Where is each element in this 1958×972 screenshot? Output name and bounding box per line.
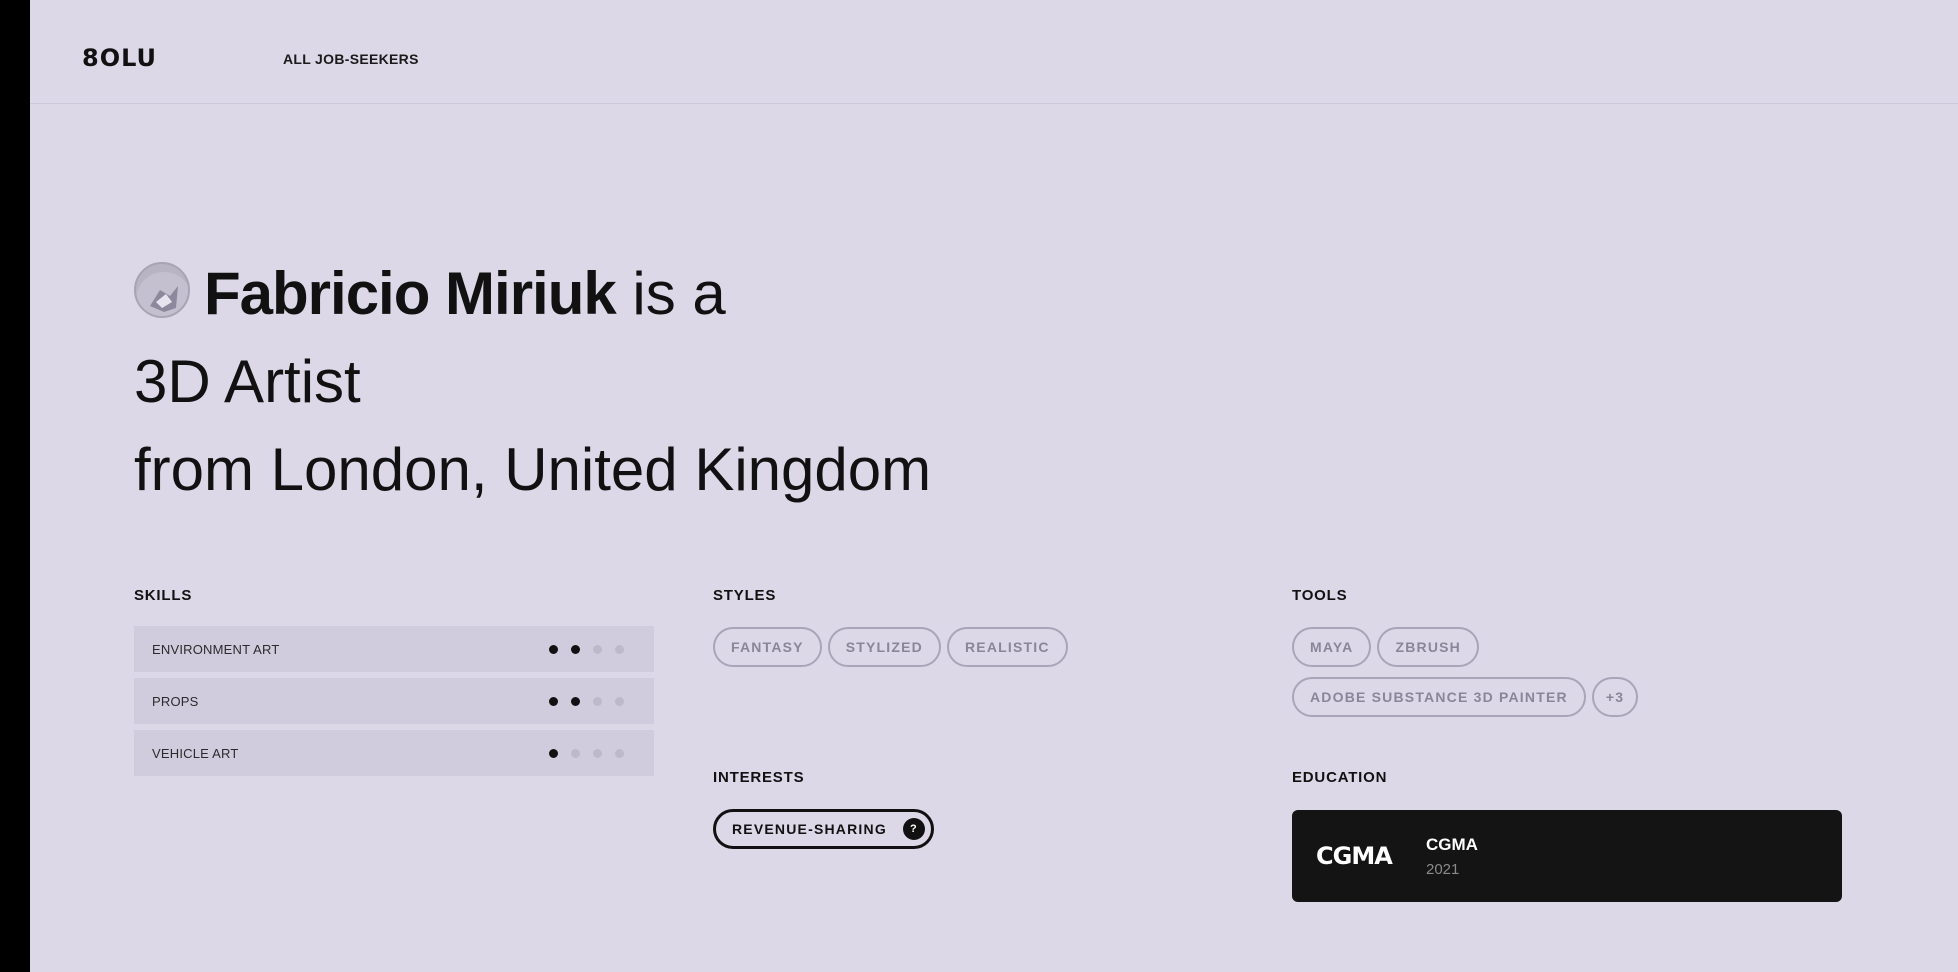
tools-tags-row-2: ADOBE SUBSTANCE 3D PAINTER +3	[1292, 677, 1644, 717]
institution-logo: CGMA	[1316, 842, 1393, 870]
interest-tag[interactable]: REVENUE-SHARING ?	[713, 809, 934, 849]
skill-label: ENVIRONMENT ART	[152, 641, 280, 657]
level-dot-empty	[593, 644, 602, 654]
skill-level-dots	[549, 696, 624, 706]
interests-title: INTERESTS	[713, 769, 805, 786]
tools-more-button[interactable]: +3	[1591, 677, 1639, 717]
profile-name: Fabricio Miriuk	[204, 260, 617, 327]
skill-level-dots	[549, 644, 624, 654]
tool-tag[interactable]: MAYA	[1292, 627, 1372, 667]
skills-title: SKILLS	[134, 587, 193, 604]
level-dot-filled	[549, 748, 558, 758]
profile-location: from London, United Kingdom	[134, 436, 932, 503]
avatar-image-icon	[136, 272, 188, 317]
style-tag[interactable]: STYLIZED	[827, 627, 941, 667]
education-card[interactable]: CGMA CGMA 2021	[1292, 810, 1842, 902]
education-details: CGMA 2021	[1426, 835, 1478, 878]
nav-all-job-seekers-link[interactable]: ALL JOB-SEEKERS	[283, 51, 419, 67]
level-dot-filled	[571, 644, 580, 654]
page: 8OLU ALL JOB-SEEKERS Fabricio Miriuk is …	[30, 0, 1958, 972]
headline-line-1: Fabricio Miriuk is a	[134, 250, 931, 338]
level-dot-filled	[549, 644, 558, 654]
skill-row-environment-art: ENVIRONMENT ART	[134, 626, 654, 672]
level-dot-filled	[549, 696, 558, 706]
styles-tags: FANTASY STYLIZED REALISTIC	[713, 627, 1074, 667]
tools-tags-row-1: MAYA ZBRUSH	[1292, 627, 1485, 667]
top-bar: 8OLU ALL JOB-SEEKERS	[30, 0, 1958, 104]
skill-label: VEHICLE ART	[152, 745, 239, 761]
tool-tag[interactable]: ZBRUSH	[1377, 627, 1479, 667]
skill-row-props: PROPS	[134, 678, 654, 724]
skills-list: ENVIRONMENT ART PROPS VEHICLE ART	[134, 626, 654, 782]
profile-role: 3D Artist	[134, 348, 361, 415]
avatar	[134, 262, 190, 319]
site-logo[interactable]: 8OLU	[82, 44, 157, 72]
skill-level-dots	[549, 748, 624, 758]
style-tag[interactable]: REALISTIC	[946, 627, 1068, 667]
tools-title: TOOLS	[1292, 587, 1348, 604]
level-dot-filled	[571, 696, 580, 706]
level-dot-empty	[615, 644, 624, 654]
help-icon[interactable]: ?	[902, 818, 925, 840]
profile-headline: Fabricio Miriuk is a 3D Artist from Lond…	[134, 250, 931, 514]
styles-title: STYLES	[713, 587, 777, 604]
level-dot-empty	[615, 748, 624, 758]
level-dot-empty	[571, 748, 580, 758]
interest-label: REVENUE-SHARING	[732, 821, 887, 837]
skill-label: PROPS	[152, 693, 199, 709]
interests-tags: REVENUE-SHARING ?	[713, 809, 934, 849]
tool-tag[interactable]: ADOBE SUBSTANCE 3D PAINTER	[1292, 677, 1586, 717]
education-year: 2021	[1426, 860, 1460, 878]
style-tag[interactable]: FANTASY	[713, 627, 822, 667]
level-dot-empty	[593, 696, 602, 706]
level-dot-empty	[615, 696, 624, 706]
skill-row-vehicle-art: VEHICLE ART	[134, 730, 654, 776]
headline-connector: is a	[615, 260, 726, 327]
institution-name: CGMA	[1426, 834, 1478, 854]
education-title: EDUCATION	[1292, 769, 1388, 786]
level-dot-empty	[593, 748, 602, 758]
